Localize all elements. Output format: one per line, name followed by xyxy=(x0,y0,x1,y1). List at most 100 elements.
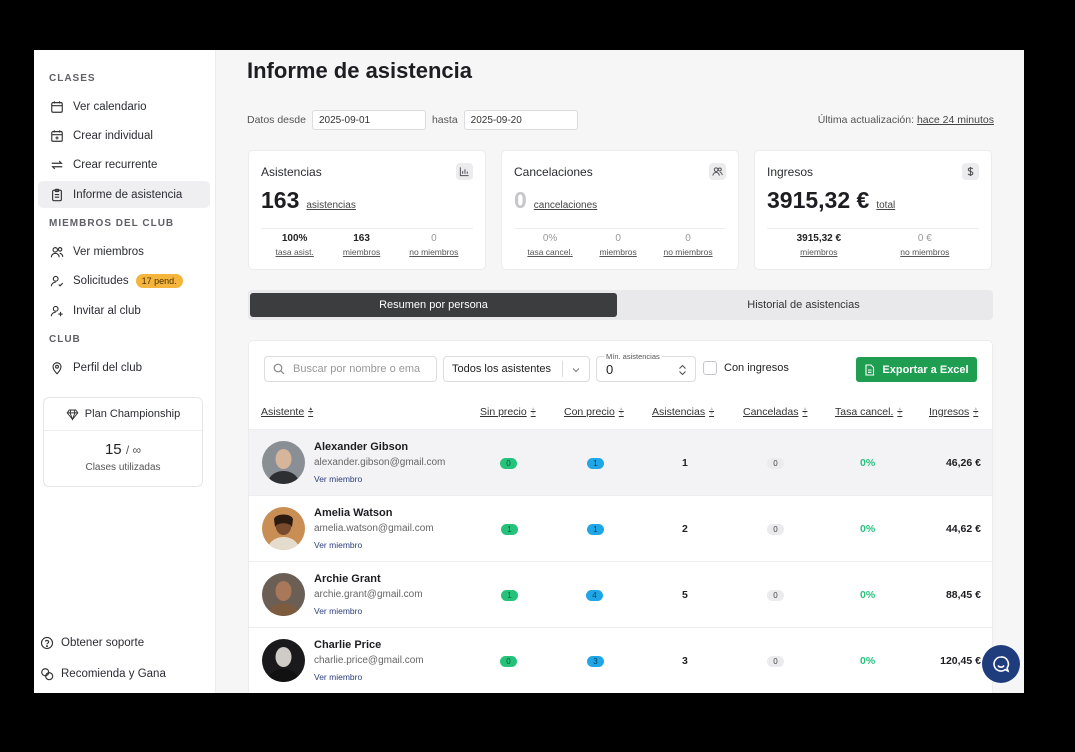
stat-value: 0 cancelaciones xyxy=(514,187,597,214)
table-row[interactable]: Archie Grant archie.grant@gmail.com Ver … xyxy=(249,561,992,627)
stat-sub: 0 no miembros xyxy=(663,233,712,257)
stat-sub-label[interactable]: no miembros xyxy=(409,247,458,257)
stat-sub-label[interactable]: no miembros xyxy=(900,247,949,257)
sin-precio-pill: 1 xyxy=(501,524,518,535)
canceladas-pill: 0 xyxy=(767,590,784,601)
stat-card-cancelaciones: Cancelaciones 0 cancelaciones 0% tasa canc… xyxy=(501,150,739,270)
col-header-asistencias[interactable]: Asistencias ▲ ▼ xyxy=(652,406,714,418)
select-value: Todos los asistentes xyxy=(452,363,552,375)
from-date-input[interactable]: 2025-09-01 xyxy=(311,110,426,130)
col-header-label: Canceladas xyxy=(743,406,799,418)
con-precio-pill: 3 xyxy=(587,656,604,667)
stat-unit[interactable]: cancelaciones xyxy=(534,200,597,211)
sidebar-item-perfil-club[interactable]: Perfil del club xyxy=(38,354,210,381)
col-header-tasa-cancel[interactable]: Tasa cancel. ▲ ▼ xyxy=(835,406,902,418)
ingresos-value: 88,45 € xyxy=(945,589,981,601)
stat-sub-label[interactable]: tasa asist. xyxy=(276,247,314,257)
search-icon xyxy=(273,363,285,375)
sin-precio-pill: 0 xyxy=(500,656,517,667)
sort-icon: ▲ ▼ xyxy=(802,406,808,417)
stat-unit[interactable]: asistencias xyxy=(306,200,355,211)
to-date-input[interactable]: 2025-09-20 xyxy=(463,110,578,130)
calendar-plus-icon xyxy=(50,129,64,143)
tasa-cancel-value: 0% xyxy=(860,655,876,667)
chat-launcher-button[interactable] xyxy=(982,645,1020,683)
view-member-link[interactable]: Ver miembro xyxy=(314,606,362,616)
attendee-filter-select[interactable]: Todos los asistentes xyxy=(443,356,590,382)
coins-icon xyxy=(41,668,54,681)
col-header-con-precio[interactable]: Con precio ▲ ▼ xyxy=(564,406,624,418)
table-row[interactable]: Alexander Gibson alexander.gibson@gmail.… xyxy=(249,429,992,495)
col-header-canceladas[interactable]: Canceladas ▲ ▼ xyxy=(743,406,807,418)
users-icon xyxy=(50,245,64,259)
member-name: Alexander Gibson xyxy=(314,441,409,453)
col-header-label: Ingresos xyxy=(929,406,970,418)
last-update-value[interactable]: hace 24 minutos xyxy=(917,114,994,126)
referral-link[interactable]: Recomienda y Gana xyxy=(40,667,166,681)
member-email: charlie.price@gmail.com xyxy=(314,655,424,666)
stepper-icon[interactable] xyxy=(678,364,687,376)
support-link[interactable]: Obtener soporte xyxy=(40,636,144,650)
sort-icon: ▲ ▼ xyxy=(709,406,715,417)
view-member-link[interactable]: Ver miembro xyxy=(314,540,362,550)
stat-number: 3915,32 € xyxy=(767,187,870,213)
sidebar-item-solicitudes[interactable]: Solicitudes 17 pend. xyxy=(38,267,210,294)
tab-resumen[interactable]: Resumen por persona xyxy=(250,293,617,317)
sidebar-item-crear-recurrente[interactable]: Crear recurrente xyxy=(38,151,210,178)
member-email: amelia.watson@gmail.com xyxy=(314,523,434,534)
plan-usage: 15 / ∞ xyxy=(44,441,202,458)
stat-sub-label[interactable]: tasa cancel. xyxy=(527,247,572,257)
file-icon xyxy=(865,363,875,376)
sidebar-item-ver-calendario[interactable]: Ver calendario xyxy=(38,93,210,120)
stat-sub-label[interactable]: miembros xyxy=(797,247,842,257)
view-member-link[interactable]: Ver miembro xyxy=(314,672,362,682)
table-row[interactable]: Charlie Price charlie.price@gmail.com Ve… xyxy=(249,627,992,693)
stat-number: 0 xyxy=(514,187,527,213)
sidebar-item-label: Crear recurrente xyxy=(73,158,158,171)
stat-sub-label[interactable]: miembros xyxy=(343,247,380,257)
stat-sub: 0% tasa cancel. xyxy=(527,233,572,257)
checkbox-box[interactable] xyxy=(703,361,717,375)
bar-chart-icon xyxy=(456,163,473,180)
sidebar-item-ver-miembros[interactable]: Ver miembros xyxy=(38,238,210,265)
search-input[interactable]: Buscar por nombre o ema xyxy=(264,356,437,382)
asistencias-value: 1 xyxy=(682,457,688,469)
con-precio-pill: 4 xyxy=(586,590,603,601)
col-header-sin-precio[interactable]: Sin precio ▲ ▼ xyxy=(480,406,536,418)
min-attendance-input[interactable]: Mín. asistencias 0 xyxy=(596,352,696,382)
con-precio-pill: 1 xyxy=(587,524,604,535)
plan-name: Plan Championship xyxy=(84,408,181,420)
stat-sub-value: 3915,32 € xyxy=(796,233,842,244)
sidebar: CLASES Ver calendario Crear individual C… xyxy=(34,50,216,693)
asistencias-value: 2 xyxy=(682,523,688,535)
sidebar-item-informe-asistencia[interactable]: Informe de asistencia xyxy=(38,181,210,208)
col-header-label: Asistente xyxy=(261,406,305,418)
repeat-icon xyxy=(50,158,64,172)
stat-unit[interactable]: total xyxy=(876,200,895,211)
stat-sub-value: 100% xyxy=(281,233,308,244)
canceladas-pill: 0 xyxy=(767,458,784,469)
sidebar-item-label: Solicitudes xyxy=(73,274,129,287)
stat-title: Asistencias xyxy=(261,165,322,179)
export-excel-button[interactable]: Exportar a Excel xyxy=(856,357,977,382)
divider xyxy=(767,228,979,229)
map-pin-icon xyxy=(50,361,64,375)
user-check-icon xyxy=(50,274,64,288)
sidebar-item-crear-individual[interactable]: Crear individual xyxy=(38,122,210,149)
last-update: Última actualización: hace 24 minutos xyxy=(818,114,994,126)
col-header-asistente[interactable]: Asistente ▲ ▼ xyxy=(261,406,313,418)
user-plus-icon xyxy=(50,304,64,318)
tab-historial[interactable]: Historial de asistencias xyxy=(620,293,987,317)
export-label: Exportar a Excel xyxy=(882,363,969,376)
view-member-link[interactable]: Ver miembro xyxy=(314,474,362,484)
plan-card: Plan Championship 15 / ∞ Clases utilizad… xyxy=(43,397,203,487)
stat-value: 3915,32 € total xyxy=(767,187,895,214)
sidebar-item-invitar[interactable]: Invitar al club xyxy=(38,297,210,324)
stat-sub-label[interactable]: no miembros xyxy=(663,247,712,257)
table-row[interactable]: Amelia Watson amelia.watson@gmail.com Ve… xyxy=(249,495,992,561)
stat-sub-label[interactable]: miembros xyxy=(599,247,636,257)
con-ingresos-checkbox[interactable]: Con ingresos xyxy=(703,361,789,375)
section-club-heading: CLUB xyxy=(49,334,81,345)
col-header-ingresos[interactable]: Ingresos ▲ ▼ xyxy=(929,406,978,418)
stat-value: 163 asistencias xyxy=(261,187,356,214)
